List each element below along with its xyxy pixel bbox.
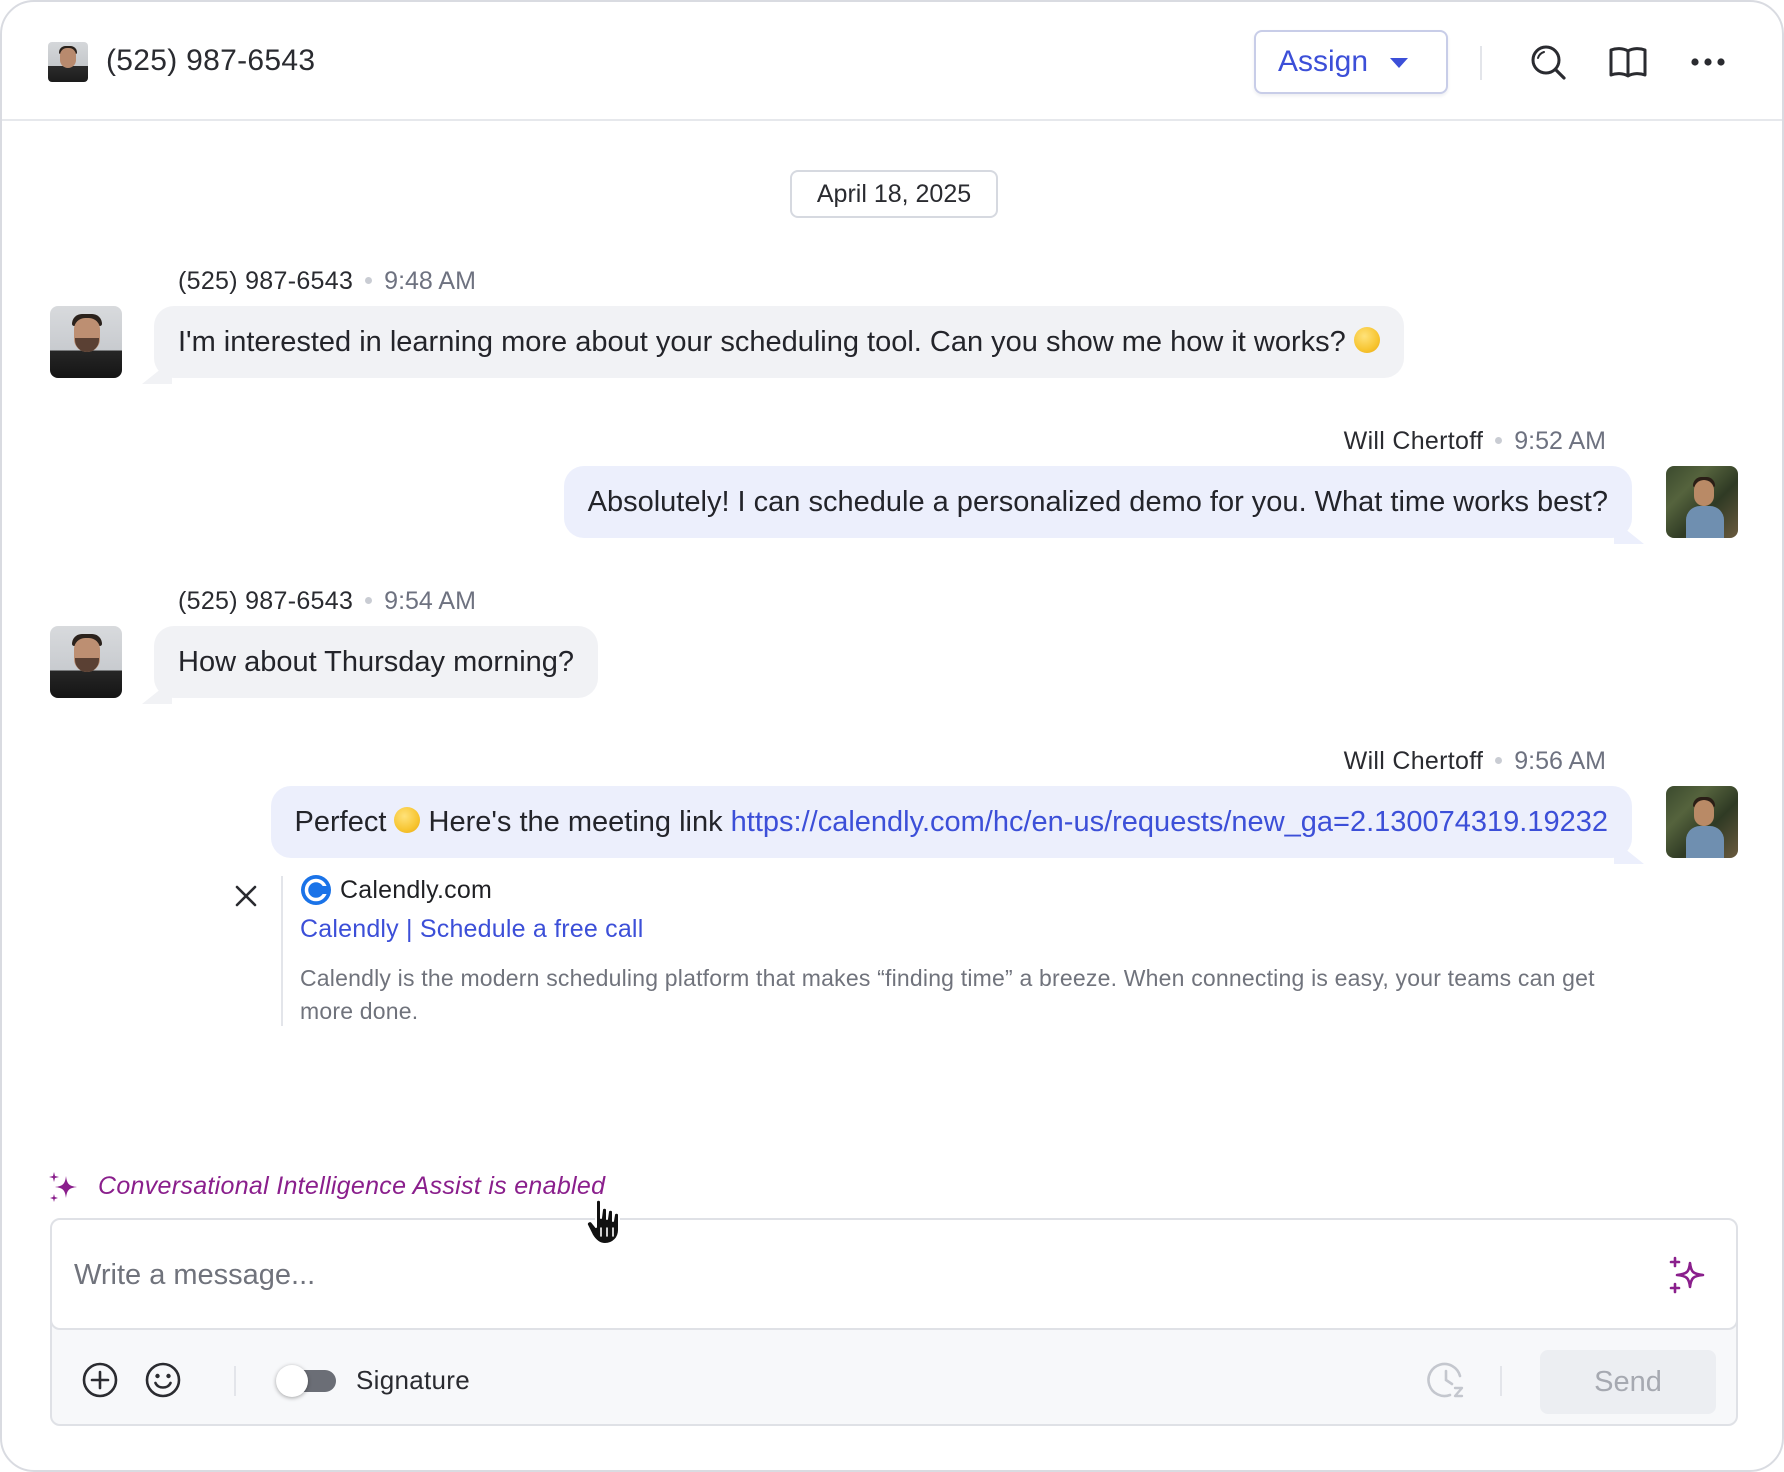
schedule-send-clock-icon[interactable] [1426,1360,1466,1400]
signature-toggle[interactable] [276,1365,336,1397]
message-time: 9:52 AM [1514,427,1606,455]
emoji-picker-icon[interactable] [143,1360,183,1400]
contact-avatar [48,42,88,82]
agent-avatar [1666,786,1738,858]
conversation-window: (525) 987-6543 Assign April 18, 2025 (52… [0,0,1784,1472]
sender-name: Will Chertoff [1343,427,1484,455]
toggle-knob [276,1365,308,1397]
customer-avatar [50,626,122,698]
message-input[interactable] [74,1248,1634,1302]
sender-name: Will Chertoff [1343,747,1484,775]
search-icon[interactable] [1528,42,1568,82]
message-meta: (525) 987-6543 9:48 AM [178,267,476,296]
message-meta: Will Chertoff 9:52 AM [1344,427,1606,456]
date-separator: April 18, 2025 [790,170,998,218]
toolbar-divider [234,1366,236,1396]
message-text: How about Thursday morning? [178,646,575,678]
message-text: Perfect [294,806,387,838]
header-divider [1480,46,1482,80]
ai-compose-sparkle-icon[interactable] [1668,1256,1708,1296]
sparkle-icon [49,1172,77,1202]
message-time: 9:54 AM [384,587,476,615]
message-time: 9:48 AM [384,267,476,295]
message-bubble-incoming: How about Thursday morning? [154,626,599,698]
calendly-logo-icon [301,875,331,905]
knowledge-book-icon[interactable] [1608,42,1648,82]
caret-down-icon [1390,58,1408,68]
preview-site: Calendly.com [340,876,492,904]
signature-label: Signature [356,1365,470,1395]
composer-input-wrapper [52,1220,1736,1330]
preview-description: Calendly is the modern scheduling platfo… [300,965,1595,1024]
preview-title-link[interactable]: Calendly | Schedule a free call [300,915,643,944]
customer-avatar [50,306,122,378]
message-bubble-outgoing: Perfect Here's the meeting link https://… [270,786,1632,858]
ai-assist-notice: Conversational Intelligence Assist is en… [98,1172,606,1200]
message-meta: Will Chertoff 9:56 AM [1344,747,1606,776]
message-bubble-incoming: I'm interested in learning more about yo… [154,306,1404,378]
more-options-icon[interactable] [1688,42,1728,82]
sender-name: (525) 987-6543 [178,587,354,615]
agent-avatar [1666,466,1738,538]
conversation-header: (525) 987-6543 Assign [2,2,1782,121]
sender-name: (525) 987-6543 [178,267,354,295]
add-attachment-icon[interactable] [80,1360,120,1400]
message-text: Absolutely! I can schedule a personalize… [587,486,1608,518]
close-preview-icon[interactable] [232,882,260,910]
message-meta: (525) 987-6543 9:54 AM [178,587,476,616]
send-button[interactable]: Send [1540,1350,1716,1414]
assign-button[interactable]: Assign [1254,30,1448,94]
message-text: I'm interested in learning more about yo… [178,326,1346,358]
message-bubble-outgoing: Absolutely! I can schedule a personalize… [563,466,1632,538]
message-text: Here's the meeting link [428,806,723,838]
ok-hand-emoji-icon [394,807,421,834]
thinking-face-emoji-icon [1353,327,1380,354]
assign-button-label: Assign [1278,45,1369,78]
preview-divider [281,876,283,1026]
message-time: 9:56 AM [1514,747,1606,775]
toolbar-divider [1500,1366,1502,1396]
message-composer: Signature Send [50,1218,1738,1426]
contact-name: (525) 987-6543 [106,44,316,77]
meeting-link[interactable]: https://calendly.com/hc/en-us/requests/n… [731,806,1608,838]
